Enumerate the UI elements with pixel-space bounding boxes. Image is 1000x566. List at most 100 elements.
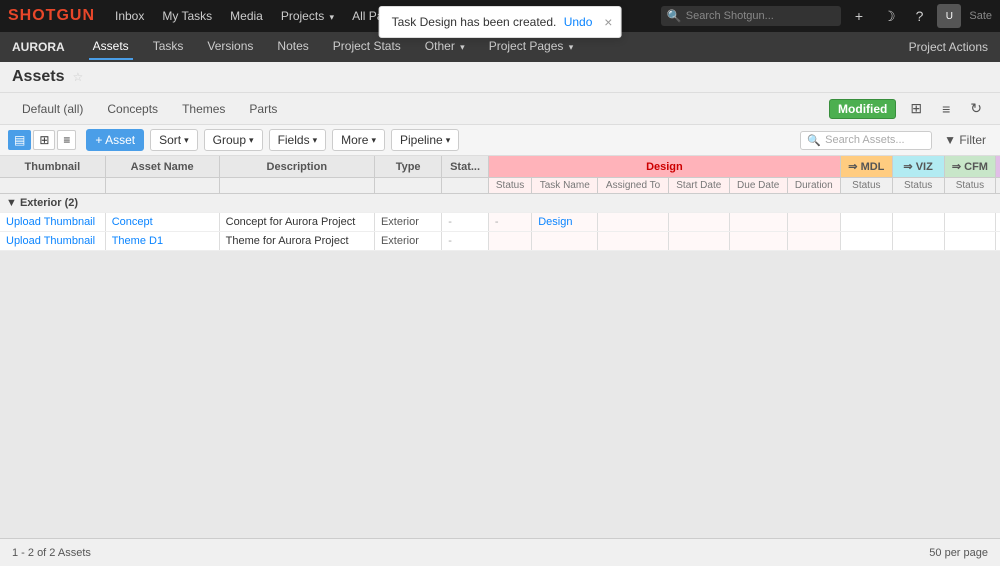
sub-col-description <box>219 178 374 194</box>
cell-mdl-themed1 <box>840 232 892 251</box>
per-page-label[interactable]: 50 per page <box>929 547 988 559</box>
project-tab-assets[interactable]: Assets <box>89 34 133 60</box>
sub-col-design-duration: Duration <box>787 178 840 194</box>
cell-thumbnail-concept: Upload Thumbnail <box>0 213 105 232</box>
cell-type-themed1: Exterior <box>374 232 441 251</box>
project-name: AURORA <box>12 40 65 54</box>
group-expand-icon[interactable]: ▼ <box>6 197 17 209</box>
nav-inbox[interactable]: Inbox <box>107 5 152 27</box>
filter-tab-themes[interactable]: Themes <box>172 99 235 119</box>
project-tab-versions[interactable]: Versions <box>203 34 257 60</box>
upload-thumbnail-link-concept[interactable]: Upload Thumbnail <box>6 216 95 228</box>
project-tab-tasks[interactable]: Tasks <box>149 34 188 60</box>
cell-cfm-themed1 <box>944 232 996 251</box>
cell-design-due-concept <box>729 213 787 232</box>
project-tab-notes[interactable]: Notes <box>273 34 312 60</box>
sub-col-cfm-status: Status <box>944 178 996 194</box>
refresh-icon[interactable]: ↻ <box>964 97 988 120</box>
toast-close-button[interactable]: × <box>604 14 612 30</box>
toast-message: Task Design has been created. <box>392 15 557 29</box>
toolbar-right: 🔍 ▼ Filter <box>800 130 992 150</box>
bottom-right: 50 per page <box>929 547 988 559</box>
nav-projects[interactable]: Projects ▾ <box>273 5 342 27</box>
cell-design-assigned-concept <box>598 213 669 232</box>
cell-asset-name-themed1: Theme D1 <box>105 232 219 251</box>
sate-label: Sate <box>969 10 992 22</box>
cell-description-concept: Concept for Aurora Project <box>219 213 374 232</box>
col-header-asset-name: Asset Name <box>105 156 219 178</box>
filter-button[interactable]: ▼ Filter <box>938 130 992 150</box>
top-bar-right: 🔍 + ☽ ? U Sate <box>661 4 992 28</box>
sub-col-design-status: Status <box>488 178 531 194</box>
sub-col-thumbnail <box>0 178 105 194</box>
global-search[interactable]: 🔍 <box>661 6 841 26</box>
search-assets-input[interactable] <box>825 134 925 146</box>
sort-button[interactable]: Sort ▾ <box>150 129 198 151</box>
cell-design-task-themed1 <box>532 232 598 251</box>
fields-button[interactable]: Fields ▾ <box>269 129 327 151</box>
add-button[interactable]: + <box>849 5 869 27</box>
sub-col-asset-name <box>105 178 219 194</box>
group-row-exterior: ▼ Exterior (2) <box>0 194 1000 213</box>
cell-design-task-concept: Design <box>532 213 598 232</box>
table-row: Upload Thumbnail Concept Concept for Aur… <box>0 213 1000 232</box>
project-actions-button[interactable]: Project Actions <box>909 40 988 54</box>
search-assets[interactable]: 🔍 <box>800 131 932 150</box>
view-icon-list[interactable]: ≡ <box>57 130 76 150</box>
col-header-viz: ⇒ VIZ <box>892 156 944 178</box>
cell-cly-concept <box>996 213 1000 232</box>
cell-design-status-concept: - <box>488 213 531 232</box>
group-label-text: Exterior (2) <box>20 197 78 209</box>
toolbar: ▤ ⊞ ≡ + Asset Sort ▾ Group ▾ Fields ▾ Mo… <box>0 125 1000 156</box>
sub-col-design-task-name: Task Name <box>532 178 598 194</box>
cell-viz-concept <box>892 213 944 232</box>
assets-table: Thumbnail Asset Name Description Type St… <box>0 156 1000 251</box>
cell-cfm-concept <box>944 213 996 232</box>
table-wrapper[interactable]: Thumbnail Asset Name Description Type St… <box>0 156 1000 537</box>
asset-name-link-themed1[interactable]: Theme D1 <box>112 235 163 247</box>
col-header-cly: ⇒ CLY <box>996 156 1000 178</box>
add-asset-button[interactable]: + Asset <box>86 129 144 151</box>
upload-thumbnail-link-themed1[interactable]: Upload Thumbnail <box>6 235 95 247</box>
filter-tabs-bar: Default (all) Concepts Themes Parts Modi… <box>0 93 1000 125</box>
cell-thumbnail-themed1: Upload Thumbnail <box>0 232 105 251</box>
view-icon-grid[interactable]: ⊞ <box>33 130 55 150</box>
more-button[interactable]: More ▾ <box>332 129 385 151</box>
group-label-exterior[interactable]: ▼ Exterior (2) <box>0 194 1000 213</box>
cell-viz-themed1 <box>892 232 944 251</box>
undo-button[interactable]: Undo <box>564 15 593 29</box>
pipeline-button[interactable]: Pipeline ▾ <box>391 129 459 151</box>
grid-view-icon[interactable]: ⊞ <box>904 97 928 120</box>
nav-media[interactable]: Media <box>222 5 271 27</box>
search-assets-icon: 🔍 <box>807 134 821 147</box>
avatar[interactable]: U <box>937 4 961 28</box>
cell-design-duration-concept <box>787 213 840 232</box>
sub-col-design-due: Due Date <box>729 178 787 194</box>
filter-tab-default-all[interactable]: Default (all) <box>12 99 93 119</box>
sub-col-cly-status: Status <box>996 178 1000 194</box>
filter-tab-concepts[interactable]: Concepts <box>97 99 168 119</box>
nav-my-tasks[interactable]: My Tasks <box>154 5 220 27</box>
cell-status-concept: - <box>442 213 489 232</box>
asset-name-link-concept[interactable]: Concept <box>112 216 153 228</box>
cell-design-status-themed1 <box>488 232 531 251</box>
col-header-type: Type <box>374 156 441 178</box>
assets-header: Assets ☆ <box>0 62 1000 93</box>
bottom-bar: 1 - 2 of 2 Assets 50 per page <box>0 538 1000 566</box>
pagination-info: 1 - 2 of 2 Assets <box>12 547 91 559</box>
moon-icon[interactable]: ☽ <box>877 5 902 28</box>
group-button[interactable]: Group ▾ <box>204 129 263 151</box>
sub-col-status <box>442 178 489 194</box>
filter-tab-parts[interactable]: Parts <box>239 99 287 119</box>
design-task-link-concept[interactable]: Design <box>538 216 572 228</box>
cell-design-start-concept <box>668 213 729 232</box>
global-search-input[interactable] <box>686 10 826 22</box>
filter-tab-modified[interactable]: Modified <box>829 99 896 119</box>
list-view-icon[interactable]: ≡ <box>936 98 956 120</box>
cell-design-start-themed1 <box>668 232 729 251</box>
filter-tab-right: Modified ⊞ ≡ ↻ <box>829 97 988 120</box>
help-icon[interactable]: ? <box>910 5 930 27</box>
sub-col-type <box>374 178 441 194</box>
view-icon-table[interactable]: ▤ <box>8 130 31 150</box>
favorite-star-icon[interactable]: ☆ <box>72 70 83 84</box>
